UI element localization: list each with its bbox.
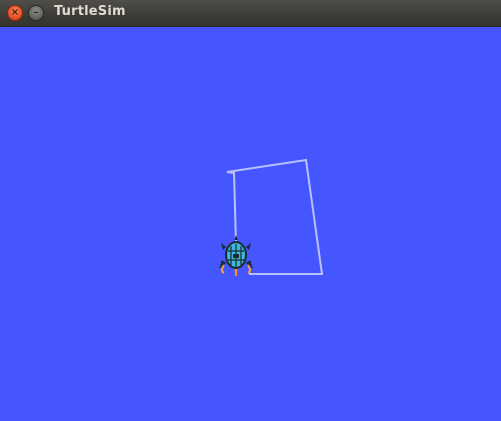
close-icon: × — [10, 7, 20, 18]
turtlesim-window: × – TurtleSim — [0, 0, 501, 421]
title-bar[interactable]: × – TurtleSim — [0, 0, 501, 27]
simulation-canvas — [0, 27, 501, 421]
canvas-drawing — [219, 158, 324, 276]
close-button[interactable]: × — [7, 5, 23, 21]
minimize-icon: – — [33, 7, 39, 18]
minimize-button[interactable]: – — [28, 5, 44, 21]
turtle-icon — [219, 235, 253, 276]
window-title: TurtleSim — [54, 4, 126, 19]
